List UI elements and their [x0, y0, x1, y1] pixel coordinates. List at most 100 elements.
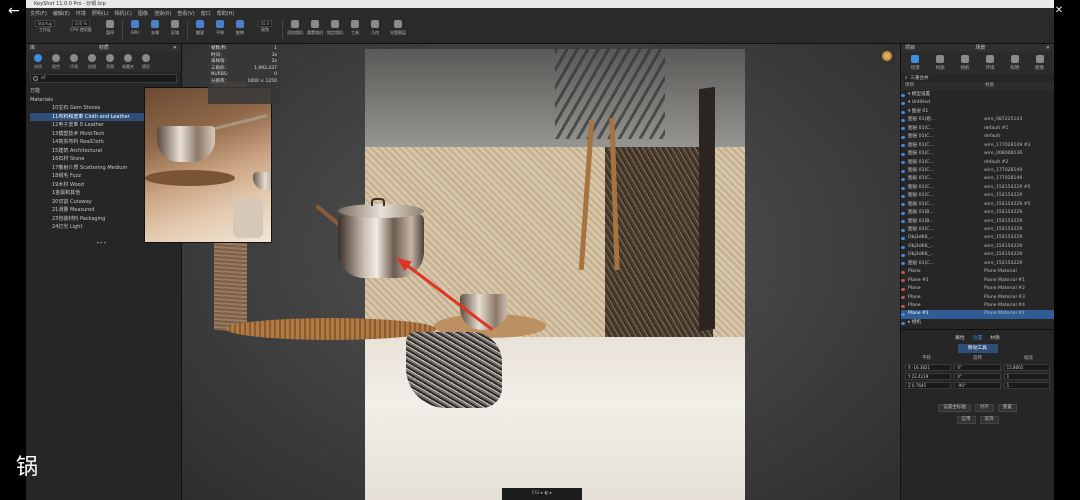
scene-row[interactable]: ▾ 模型设置	[901, 91, 1054, 99]
scene-row[interactable]: Obj3d66_... wire_154154229	[901, 234, 1054, 242]
eye-icon[interactable]	[901, 262, 905, 266]
eye-icon[interactable]	[901, 127, 905, 131]
tab-models[interactable]: 模型	[138, 54, 154, 70]
cpu-field[interactable]: 100 %	[71, 20, 91, 27]
scene-row[interactable]: 图层 01(C... wire_177028149	[901, 167, 1054, 175]
scene-filter[interactable]: ⌕ 三重合并	[901, 74, 1054, 82]
pan-button[interactable]: 平移	[212, 20, 228, 36]
more-dots-icon[interactable]: •••	[96, 240, 107, 247]
scene-row[interactable]: Plane Plane Material #4	[901, 302, 1054, 310]
tab-position[interactable]: 位置	[973, 334, 983, 341]
menu-lighting[interactable]: 照明(L)	[92, 10, 109, 17]
eye-icon[interactable]	[901, 169, 905, 173]
eye-icon[interactable]	[901, 287, 905, 291]
tab-image[interactable]: 图像	[1029, 55, 1051, 71]
scene-row[interactable]: 图层 01(B... wire_154154229	[901, 218, 1054, 226]
eye-icon[interactable]	[901, 279, 905, 283]
scene-row[interactable]: 图层 01(C... wire_154154229 #5	[901, 184, 1054, 192]
close-icon[interactable]: ✕	[173, 44, 177, 52]
reset-camera-button[interactable]: 重置相机	[307, 20, 323, 36]
tab-colors[interactable]: 颜色	[48, 54, 64, 70]
scene-row[interactable]: 图层 01(C... default #1	[901, 125, 1054, 133]
workspace-select[interactable]: Startup 工作区	[30, 20, 60, 33]
cancel-button[interactable]: 取消	[979, 416, 999, 425]
scene-row[interactable]: 图层 01(C... wire_177028149	[901, 175, 1054, 183]
transform-field[interactable]: 15.8005	[1003, 364, 1050, 372]
scene-row[interactable]: Plane Plane Material #2	[901, 285, 1054, 293]
eye-icon[interactable]	[901, 245, 905, 249]
sun-icon[interactable]	[882, 51, 892, 61]
transform-field[interactable]: 1	[1003, 382, 1050, 390]
tab-lighting[interactable]: 照明	[1004, 55, 1026, 71]
library-search-input[interactable]: ef	[30, 74, 177, 83]
menu-help[interactable]: 帮助(H)	[217, 10, 235, 17]
eye-icon[interactable]	[901, 313, 905, 317]
menu-window[interactable]: 窗口	[201, 10, 211, 17]
eye-icon[interactable]	[901, 93, 905, 97]
fov-control[interactable]: 45.0 视角	[252, 20, 278, 33]
scene-row[interactable]: Plane Plane Material #3	[901, 294, 1054, 302]
tab-camera[interactable]: 相机	[954, 55, 976, 71]
geometry-button[interactable]: 几何	[367, 20, 383, 36]
scene-row[interactable]: 图层 01(C... wire_154154229	[901, 226, 1054, 234]
render-viewport[interactable]: FGI ▸ ◐ ▸	[182, 44, 900, 500]
tab-material[interactable]: 材质	[929, 55, 951, 71]
menu-render[interactable]: 渲染(R)	[154, 10, 171, 17]
transform-field[interactable]: 0°	[954, 373, 1001, 381]
scene-row[interactable]: 图层 01(C... wire_177028149 #3	[901, 142, 1054, 150]
region-button[interactable]: 区域	[167, 20, 183, 36]
reset-button[interactable]: 重置	[997, 404, 1017, 413]
scene-row[interactable]: 图层 01(B... wire_154154229	[901, 209, 1054, 217]
eye-icon[interactable]	[901, 270, 905, 274]
gpu-button[interactable]: GPU	[127, 20, 143, 35]
menu-camera[interactable]: 相机(C)	[115, 10, 132, 17]
eye-icon[interactable]	[901, 102, 905, 106]
denoise-button[interactable]: 去噪	[147, 20, 163, 36]
add-camera-button[interactable]: 添加相机	[287, 20, 303, 36]
scene-row[interactable]: 图层 01(C... wire_154154229 #5	[901, 201, 1054, 209]
eye-icon[interactable]	[901, 211, 905, 215]
back-arrow-icon[interactable]: ←	[8, 4, 20, 18]
menu-edit[interactable]: 编辑(E)	[53, 10, 70, 17]
tab-scene[interactable]: 场景	[904, 55, 926, 71]
scene-row[interactable]: Plane Plane Material	[901, 268, 1054, 276]
tumble-button[interactable]: 翻滚	[192, 20, 208, 36]
fov-field[interactable]: 45.0	[257, 20, 273, 27]
eye-icon[interactable]	[901, 110, 905, 114]
scene-row[interactable]: ▾ Untitled	[901, 99, 1054, 107]
scene-row[interactable]: 图层 01(C... wire_154154229	[901, 260, 1054, 268]
eye-icon[interactable]	[901, 144, 905, 148]
scene-row[interactable]: 图层 01(组... wire_087225143	[901, 116, 1054, 124]
menu-image[interactable]: 图像	[138, 10, 148, 17]
scene-row[interactable]: ▾ 图层 01	[901, 108, 1054, 116]
eye-icon[interactable]	[901, 135, 905, 139]
eye-icon[interactable]	[901, 161, 905, 165]
move-tool-button[interactable]: 移动工具	[957, 344, 998, 354]
lock-camera-button[interactable]: 锁定相机	[327, 20, 343, 36]
eye-icon[interactable]	[901, 186, 905, 190]
menu-view[interactable]: 查看(V)	[177, 10, 194, 17]
tab-properties[interactable]: 属性	[955, 334, 965, 341]
workspace-field[interactable]: Startup	[34, 20, 56, 27]
apply-button[interactable]: 应用	[956, 416, 976, 425]
eye-icon[interactable]	[901, 203, 905, 207]
transform-field[interactable]: 0°	[954, 364, 1001, 372]
light-manager-button[interactable]: 光管图层	[387, 20, 409, 36]
scene-row[interactable]: 图层 01(C... default #2	[901, 159, 1054, 167]
scene-row[interactable]: Obj3d66_... wire_154154229	[901, 251, 1054, 259]
transform-field[interactable]: X -16.3821	[905, 364, 952, 372]
transform-field[interactable]: Z 0.7645	[905, 382, 952, 390]
tab-backgrounds[interactable]: 背景	[102, 54, 118, 70]
tools-button[interactable]: 工具	[347, 20, 363, 36]
scene-row[interactable]: 图层 01(C... default	[901, 133, 1054, 141]
eye-icon[interactable]	[901, 304, 905, 308]
scene-row[interactable]: Plane #1 Plane Material #1	[901, 310, 1054, 319]
transform-field[interactable]: -90°	[954, 382, 1001, 390]
align-button[interactable]: 对齐	[974, 404, 994, 413]
menu-file[interactable]: 文件(F)	[30, 10, 47, 17]
tab-environment[interactable]: 环境	[979, 55, 1001, 71]
eye-icon[interactable]	[901, 321, 905, 325]
eye-icon[interactable]	[901, 237, 905, 241]
eye-icon[interactable]	[901, 296, 905, 300]
eye-icon[interactable]	[901, 254, 905, 258]
